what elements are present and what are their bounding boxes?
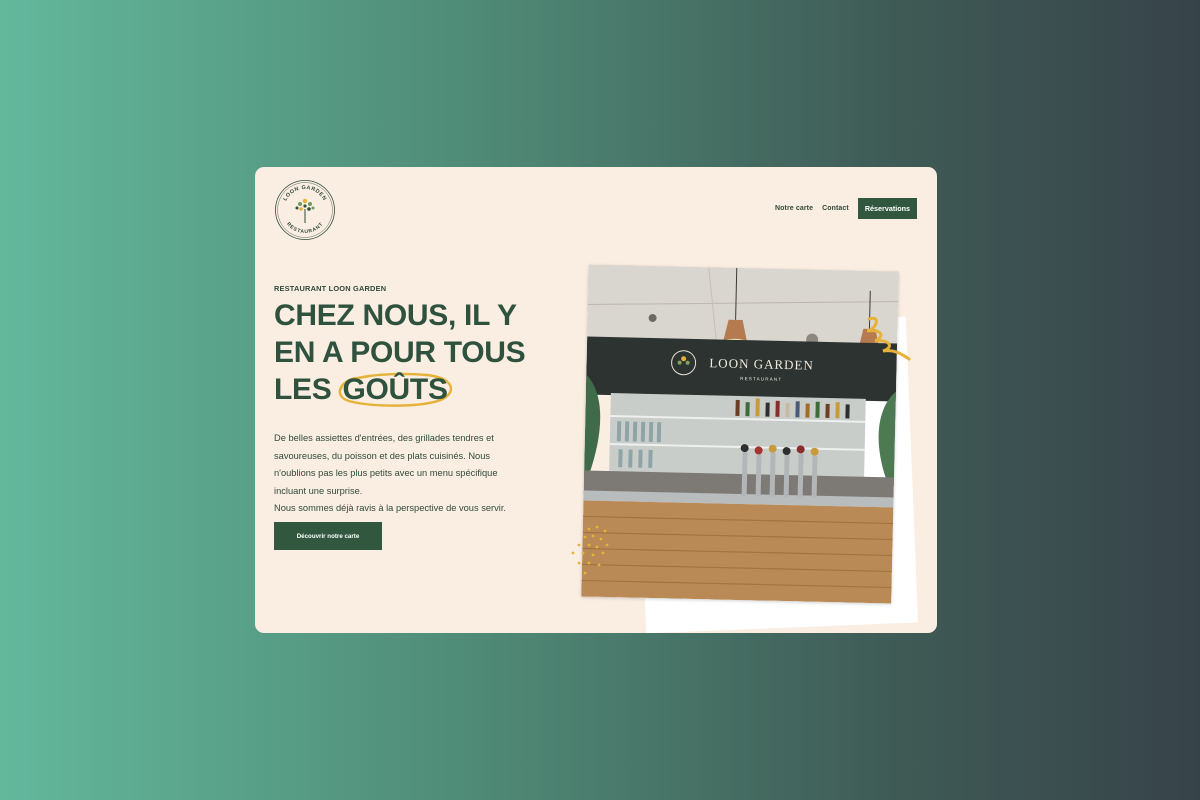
headline-line-2: EN A POUR TOUS bbox=[274, 336, 526, 369]
description-line-3: n'oublions pas les plus petits avec un m… bbox=[274, 468, 498, 478]
reservations-button[interactable]: Réservations bbox=[857, 198, 917, 220]
top-nav: Notre carte Contact Réservations bbox=[775, 198, 917, 220]
hero-headline: CHEZ NOUS, IL Y EN A POUR TOUS LES GOÛTS bbox=[274, 297, 574, 408]
hero-card: LOON GARDEN RESTAURANT Notre carte Conta… bbox=[255, 167, 937, 633]
headline-line-3-start: LES bbox=[274, 373, 340, 406]
sign-title: LOON GARDEN bbox=[709, 355, 814, 372]
svg-text:RESTAURANT: RESTAURANT bbox=[285, 221, 325, 235]
description-line-5: Nous sommes déjà ravis à la perspective … bbox=[274, 503, 507, 513]
headline-highlight-word: GOÛTS bbox=[339, 371, 453, 408]
headline-line-1: CHEZ NOUS, IL Y bbox=[274, 299, 517, 332]
description-line-2: savoureuses, du poisson et des plats cui… bbox=[274, 450, 491, 461]
eyebrow-label: RESTAURANT LOON GARDEN bbox=[274, 284, 387, 293]
squiggle-decoration bbox=[866, 316, 911, 361]
description-line-4: incluant une surprise. bbox=[274, 485, 363, 496]
nav-link-contact[interactable]: Contact bbox=[822, 205, 849, 212]
description-line-1: De belles assiettes d'entrées, des grill… bbox=[274, 433, 494, 443]
dots-decoration bbox=[571, 525, 609, 575]
brand-logo[interactable]: LOON GARDEN RESTAURANT bbox=[274, 179, 336, 241]
discover-menu-button[interactable]: Découvrir notre carte bbox=[274, 522, 382, 550]
nav-link-notre-carte[interactable]: Notre carte bbox=[775, 205, 813, 212]
headline-line-3: LES GOÛTS bbox=[274, 371, 574, 408]
sign-subtitle: RESTAURANT bbox=[740, 376, 782, 382]
hero-description: De belles assiettes d'entrées, des grill… bbox=[274, 430, 544, 518]
